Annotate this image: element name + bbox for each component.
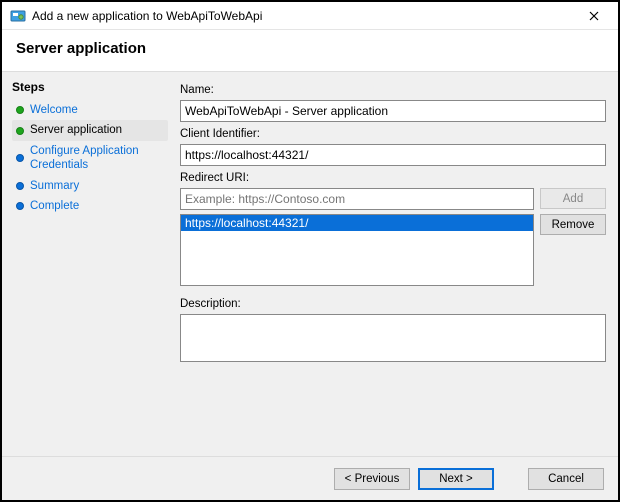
redirect-uri-list[interactable]: https://localhost:44321/ (180, 214, 534, 286)
redirect-uri-row: Add (180, 188, 606, 210)
description-label: Description: (180, 298, 606, 310)
redirect-uri-item[interactable]: https://localhost:44321/ (181, 215, 533, 231)
page-title: Server application (16, 40, 604, 57)
step-label: Welcome (30, 103, 78, 117)
step-welcome[interactable]: Welcome (12, 100, 168, 120)
step-bullet-icon (16, 182, 24, 190)
step-summary[interactable]: Summary (12, 176, 168, 196)
step-label: Summary (30, 179, 79, 193)
step-configure-credentials[interactable]: Configure Application Credentials (12, 141, 168, 176)
steps-heading: Steps (12, 80, 168, 94)
step-label: Server application (30, 123, 122, 137)
name-input[interactable] (180, 100, 606, 122)
redirect-uri-input[interactable] (180, 188, 534, 210)
remove-button[interactable]: Remove (540, 214, 606, 235)
client-id-label: Client Identifier: (180, 128, 606, 140)
redirect-uri-label: Redirect URI: (180, 172, 606, 184)
next-button[interactable]: Next > (418, 468, 494, 490)
wizard-footer: < Previous Next > Cancel (2, 456, 618, 500)
form-panel: Name: Client Identifier: Redirect URI: A… (172, 72, 618, 463)
title-bar: Add a new application to WebApiToWebApi (2, 2, 618, 30)
step-bullet-icon (16, 154, 24, 162)
description-input[interactable] (180, 314, 606, 362)
step-bullet-icon (16, 127, 24, 135)
step-label: Complete (30, 199, 79, 213)
step-bullet-icon (16, 106, 24, 114)
cancel-button[interactable]: Cancel (528, 468, 604, 490)
close-button[interactable] (576, 3, 612, 29)
steps-sidebar: Steps Welcome Server application Configu… (2, 72, 172, 463)
previous-button[interactable]: < Previous (334, 468, 410, 490)
client-id-input[interactable] (180, 144, 606, 166)
add-button[interactable]: Add (540, 188, 606, 209)
step-server-application[interactable]: Server application (12, 120, 168, 140)
app-icon (10, 8, 26, 24)
wizard-body: Steps Welcome Server application Configu… (2, 71, 618, 463)
step-complete[interactable]: Complete (12, 196, 168, 216)
step-label: Configure Application Credentials (30, 144, 164, 173)
name-label: Name: (180, 84, 606, 96)
window-title: Add a new application to WebApiToWebApi (32, 9, 576, 23)
redirect-list-row: https://localhost:44321/ Remove (180, 214, 606, 286)
step-bullet-icon (16, 202, 24, 210)
wizard-header: Server application (2, 30, 618, 71)
